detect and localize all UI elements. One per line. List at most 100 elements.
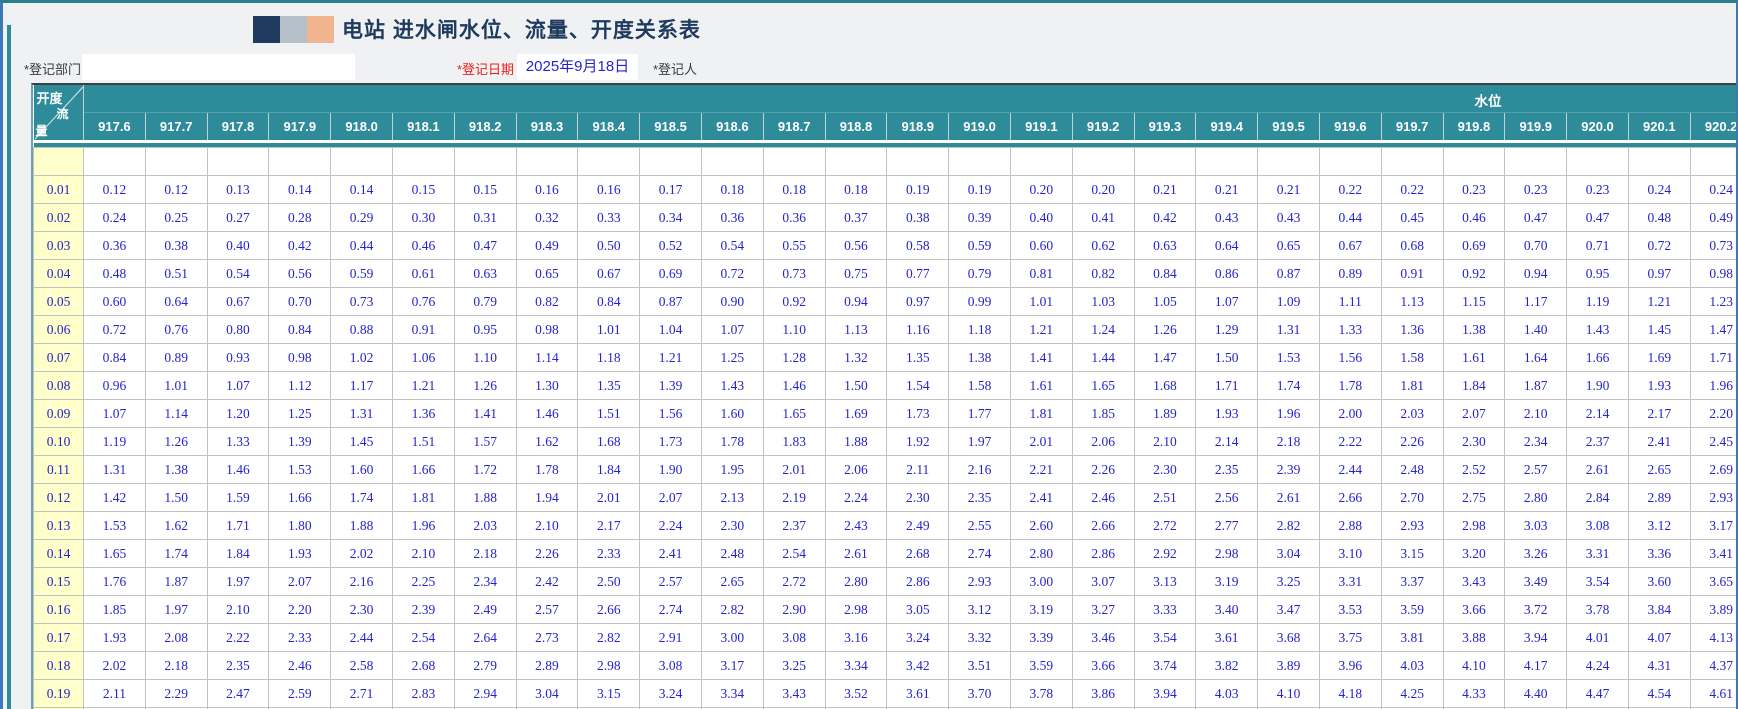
flow-value-cell: 3.37 [1381, 568, 1443, 596]
flow-value-cell: 0.28 [269, 204, 331, 232]
flow-value-cell: 1.74 [145, 540, 207, 568]
flow-value-cell: 2.61 [825, 540, 887, 568]
flow-value-cell: 1.83 [763, 428, 825, 456]
flow-value-cell: 1.77 [949, 400, 1011, 428]
table-row: 0.070.840.890.930.981.021.061.101.141.18… [34, 344, 1737, 372]
flow-value-cell [1134, 148, 1196, 176]
flow-value-cell: 1.74 [1258, 372, 1320, 400]
flow-value-cell: 0.44 [1319, 204, 1381, 232]
flow-value-cell: 2.57 [516, 596, 578, 624]
flow-value-cell: 0.77 [887, 260, 949, 288]
flow-value-cell: 2.10 [516, 512, 578, 540]
flow-value-cell: 3.59 [1010, 652, 1072, 680]
flow-value-cell: 1.84 [578, 456, 640, 484]
flow-value-cell: 1.71 [1196, 372, 1258, 400]
flow-value-cell: 2.84 [1567, 484, 1629, 512]
opening-row-label: 0.15 [34, 568, 84, 596]
flow-value-cell: 1.65 [763, 400, 825, 428]
water-level-column-header: 920.0 [1567, 112, 1629, 140]
flow-value-cell: 0.65 [516, 260, 578, 288]
flow-value-cell: 0.91 [1381, 260, 1443, 288]
flow-value-cell: 0.56 [269, 260, 331, 288]
flow-value-cell: 1.58 [1381, 344, 1443, 372]
flow-value-cell: 1.15 [1443, 288, 1505, 316]
flow-value-cell: 2.18 [454, 540, 516, 568]
water-level-column-header: 918.2 [454, 112, 516, 140]
flow-value-cell: 0.19 [887, 176, 949, 204]
department-input[interactable] [82, 54, 355, 80]
flow-value-cell: 1.53 [1258, 344, 1320, 372]
flow-value-cell: 3.54 [1567, 568, 1629, 596]
flow-value-cell: 2.20 [269, 596, 331, 624]
flow-value-cell: 3.89 [1690, 596, 1736, 624]
flow-value-cell [640, 148, 702, 176]
flow-value-cell: 3.81 [1381, 624, 1443, 652]
flow-value-cell: 1.66 [1567, 344, 1629, 372]
water-level-column-header: 919.5 [1258, 112, 1320, 140]
flow-value-cell: 2.26 [516, 540, 578, 568]
flow-value-cell: 1.18 [949, 316, 1011, 344]
flow-value-cell: 3.17 [701, 652, 763, 680]
flow-value-cell: 0.15 [392, 176, 454, 204]
flow-value-cell: 4.37 [1690, 652, 1736, 680]
flow-value-cell: 0.23 [1567, 176, 1629, 204]
flow-value-cell: 1.81 [1010, 400, 1072, 428]
flow-value-cell: 2.18 [145, 652, 207, 680]
flow-value-cell: 1.68 [1134, 372, 1196, 400]
flow-value-cell: 2.44 [331, 624, 393, 652]
flow-value-cell: 0.67 [1319, 232, 1381, 260]
flow-value-cell: 3.39 [1010, 624, 1072, 652]
flow-value-cell: 2.56 [1196, 484, 1258, 512]
flow-value-cell: 3.89 [1258, 652, 1320, 680]
flow-value-cell: 0.19 [949, 176, 1011, 204]
opening-row-label: 0.09 [34, 400, 84, 428]
flow-value-cell [1319, 148, 1381, 176]
flow-value-cell: 2.34 [454, 568, 516, 596]
flow-value-cell: 2.16 [949, 456, 1011, 484]
flow-value-cell: 1.93 [1196, 400, 1258, 428]
flow-value-cell: 1.09 [1258, 288, 1320, 316]
left-panel-border [7, 25, 11, 709]
water-level-column-header: 917.8 [207, 112, 269, 140]
flow-value-cell: 2.77 [1196, 512, 1258, 540]
flow-value-cell: 1.24 [1072, 316, 1134, 344]
water-level-column-header: 919.2 [1072, 112, 1134, 140]
flow-value-cell: 0.47 [1505, 204, 1567, 232]
flow-value-cell: 1.53 [84, 512, 146, 540]
flow-value-cell: 1.72 [454, 456, 516, 484]
flow-value-cell: 2.51 [1134, 484, 1196, 512]
flow-value-cell: 0.32 [516, 204, 578, 232]
water-level-column-header: 920.2 [1690, 112, 1736, 140]
flow-value-cell: 3.61 [1196, 624, 1258, 652]
flow-value-cell: 0.73 [763, 260, 825, 288]
app-window: 电站 进水闸水位、流量、开度关系表 *登记部门 *登记日期 2025年9月18日… [0, 0, 1738, 709]
flow-value-cell [1072, 148, 1134, 176]
opening-row-label: 0.08 [34, 372, 84, 400]
flow-value-cell: 3.08 [1567, 512, 1629, 540]
flow-value-cell: 1.10 [763, 316, 825, 344]
flow-value-cell: 4.07 [1628, 624, 1690, 652]
flow-value-cell: 2.41 [640, 540, 702, 568]
flow-value-cell: 0.46 [392, 232, 454, 260]
flow-value-cell: 0.92 [1443, 260, 1505, 288]
flow-value-cell: 1.21 [1010, 316, 1072, 344]
flow-value-cell: 2.98 [1196, 540, 1258, 568]
flow-value-cell: 0.68 [1381, 232, 1443, 260]
flow-value-cell: 1.71 [1690, 344, 1736, 372]
flow-value-cell: 3.31 [1567, 540, 1629, 568]
flow-value-cell [1505, 148, 1567, 176]
flow-value-cell: 2.49 [887, 512, 949, 540]
date-input[interactable]: 2025年9月18日 [517, 54, 638, 80]
flow-value-cell: 1.76 [84, 568, 146, 596]
flow-value-cell: 3.68 [1258, 624, 1320, 652]
flow-value-cell: 0.79 [454, 288, 516, 316]
flow-value-cell: 2.30 [887, 484, 949, 512]
flow-value-cell: 2.65 [1628, 456, 1690, 484]
flow-value-cell: 1.01 [578, 316, 640, 344]
flow-value-cell: 3.17 [1690, 512, 1736, 540]
flow-value-cell: 3.59 [1381, 596, 1443, 624]
table-row: 0.080.961.011.071.121.171.211.261.301.35… [34, 372, 1737, 400]
flow-value-cell: 2.44 [1319, 456, 1381, 484]
flow-value-cell: 2.93 [949, 568, 1011, 596]
flow-value-cell: 0.21 [1134, 176, 1196, 204]
